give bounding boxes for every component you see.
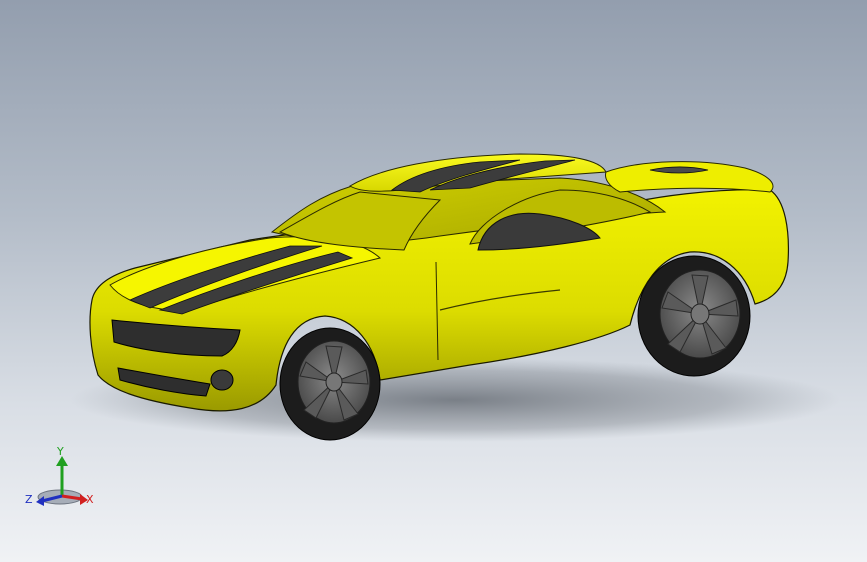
- x-axis-label: X: [86, 493, 94, 506]
- z-axis-label: Z: [25, 493, 33, 506]
- y-axis-label: Y: [56, 445, 64, 458]
- reference-triad: Y X Z: [25, 445, 94, 506]
- graphics-viewport[interactable]: Y X Z: [0, 0, 867, 562]
